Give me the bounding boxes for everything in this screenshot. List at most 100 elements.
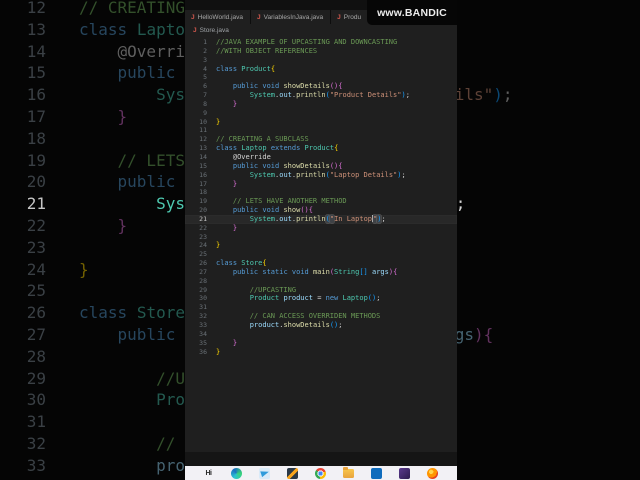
java-file-icon: J <box>193 26 197 34</box>
code-line[interactable]: 25 <box>185 250 457 259</box>
line-number: 33 <box>199 321 207 329</box>
code-line[interactable]: 17 } <box>185 180 457 189</box>
code-line[interactable]: 32 // CAN ACCESS OVERRIDEN METHODS <box>185 312 457 321</box>
line-number: 14 <box>199 152 207 161</box>
code-line[interactable]: 2//WITH OBJECT REFERENCES <box>185 47 457 56</box>
java-file-icon: J <box>191 13 195 21</box>
breadcrumb-label: Store.java <box>199 26 229 34</box>
line-number: 17 <box>26 106 46 126</box>
code-line[interactable]: 36} <box>185 348 457 357</box>
code-line[interactable]: 16 System.out.println("Laptop Details"); <box>185 171 457 180</box>
code-line[interactable]: 11 <box>185 126 457 135</box>
line-number: 31 <box>199 303 207 312</box>
code-line[interactable]: 31 <box>185 303 457 312</box>
code-line[interactable]: 1//JAVA EXAMPLE OF UPCASTING AND DOWNCAS… <box>185 38 457 47</box>
line-number: 19 <box>199 197 207 206</box>
file-explorer-icon[interactable] <box>343 467 354 478</box>
line-number: 13 <box>26 19 46 39</box>
firefox-icon[interactable] <box>427 467 438 479</box>
code-line[interactable]: 12// CREATING A SUBCLASS <box>185 135 457 144</box>
line-number: 22 <box>199 223 207 232</box>
line-number: 24 <box>26 259 46 279</box>
code-app-icon[interactable] <box>287 467 298 479</box>
code-line[interactable]: 30 Product product = new Laptop(); <box>185 294 457 303</box>
edge-icon[interactable] <box>231 467 242 479</box>
line-number: 14 <box>26 41 46 61</box>
line-number: 9 <box>203 108 207 117</box>
chrome-icon[interactable] <box>315 467 326 479</box>
code-line[interactable]: 18 <box>185 188 457 197</box>
line-number: 5 <box>203 73 207 82</box>
vscode-window: J HelloWorld.java J VariablesInJava.java J Pr… <box>185 0 457 480</box>
line-number: 10 <box>199 117 207 126</box>
line-number: 23 <box>26 237 46 257</box>
code-line[interactable]: 28 <box>185 277 457 286</box>
line-number: 32 <box>199 312 207 321</box>
code-line[interactable]: 4 class Product{ <box>185 65 457 74</box>
line-number: 6 <box>203 82 207 91</box>
line-number: 21 <box>199 214 207 223</box>
code-line[interactable]: 22 } <box>185 224 457 233</box>
line-number: 26 <box>199 259 207 268</box>
code-line[interactable]: 10} <box>185 118 457 127</box>
tab-variablesinjava-java[interactable]: J VariablesInJava.java <box>251 10 332 24</box>
line-number: 34 <box>199 329 207 338</box>
line-number: 12 <box>199 135 207 144</box>
line-number: 4 <box>203 64 207 73</box>
line-number: 2 <box>203 46 207 55</box>
tab-label: HelloWorld.java <box>197 13 244 21</box>
breadcrumb[interactable]: J Store.java <box>185 24 457 36</box>
windows-taskbar: Hi <box>185 466 457 480</box>
line-number: 30 <box>199 294 207 303</box>
java-file-icon: J <box>337 13 341 21</box>
code-line[interactable]: 34 <box>185 330 457 339</box>
code-line[interactable]: 20 public void show(){ <box>185 206 457 215</box>
code-line[interactable]: 7 System.out.println("Product Details"); <box>185 91 457 100</box>
code-line[interactable]: 15 public void showDetails(){ <box>185 162 457 171</box>
line-number: 25 <box>26 281 46 301</box>
line-number: 18 <box>26 128 46 148</box>
code-line[interactable]: 3 <box>185 56 457 65</box>
line-number: 31 <box>26 412 46 432</box>
app-h-icon[interactable]: Hi <box>203 468 214 479</box>
tab-helloworld-java[interactable]: J HelloWorld.java <box>185 10 252 24</box>
code-line[interactable]: 29 //UPCASTING <box>185 286 457 295</box>
code-editor[interactable]: 1//JAVA EXAMPLE OF UPCASTING AND DOWNCAS… <box>185 36 457 452</box>
line-number: 36 <box>199 347 207 356</box>
code-line[interactable]: 6 public void showDetails(){ <box>185 82 457 91</box>
line-number: 30 <box>26 390 46 410</box>
code-line[interactable]: 24} <box>185 241 457 250</box>
outlook-icon[interactable] <box>371 467 382 479</box>
code-line[interactable]: 33 product.showDetails(); <box>185 321 457 330</box>
code-line[interactable]: 8 } <box>185 100 457 109</box>
line-number: 28 <box>26 346 46 366</box>
code-line[interactable]: 14 @Override <box>185 153 457 162</box>
line-number: 29 <box>199 285 207 294</box>
code-line[interactable]: 23 <box>185 233 457 242</box>
line-number: 27 <box>26 324 46 344</box>
line-number: 20 <box>26 172 46 192</box>
line-number: 33 <box>26 455 46 475</box>
telegram-icon[interactable] <box>259 467 270 479</box>
code-line[interactable]: 27 public static void main(String[] args… <box>185 268 457 277</box>
code-line[interactable]: 19 // LETS HAVE ANOTHER METHOD <box>185 197 457 206</box>
line-number: 1 <box>203 38 207 46</box>
code-line[interactable]: 35 } <box>185 339 457 348</box>
line-number: 29 <box>26 368 46 388</box>
line-number: 12 <box>26 0 46 17</box>
code-line[interactable]: 9 <box>185 109 457 118</box>
code-line[interactable]: 26 class Store{ <box>185 259 457 268</box>
line-number: 17 <box>199 179 207 188</box>
code-line[interactable]: 13 class Laptop extends Product{ <box>185 144 457 153</box>
line-number: 25 <box>199 250 207 259</box>
line-number: 21 <box>26 194 46 214</box>
line-number: 28 <box>199 276 207 285</box>
line-number: 11 <box>199 126 207 135</box>
line-number: 22 <box>26 215 46 235</box>
line-number: 26 <box>26 303 46 323</box>
line-number: 13 <box>199 144 207 153</box>
code-line[interactable]: 21 System.out.println("In Laptop"); <box>185 214 457 224</box>
code-line[interactable]: 5 <box>185 73 457 82</box>
line-number: 27 <box>199 267 207 276</box>
purple-box-app-icon[interactable] <box>399 467 410 479</box>
